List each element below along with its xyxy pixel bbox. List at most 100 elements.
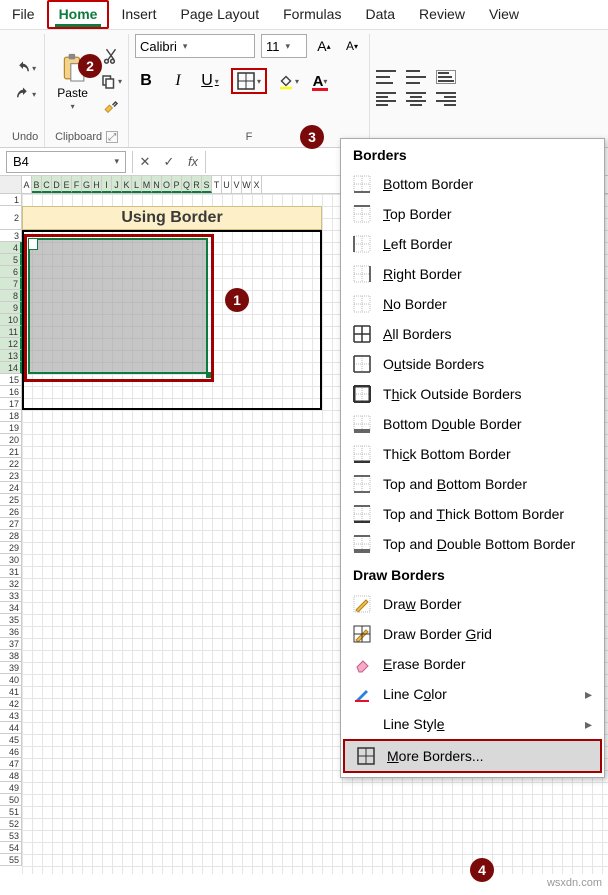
align-left-button[interactable] xyxy=(376,92,396,106)
row-header-5[interactable]: 5 xyxy=(0,254,22,266)
row-header-10[interactable]: 10 xyxy=(0,314,22,326)
font-color-button[interactable]: A▾ xyxy=(309,71,331,91)
copy-button[interactable]: ▾ xyxy=(100,72,122,92)
row-header-24[interactable]: 24 xyxy=(0,482,22,494)
row-header-37[interactable]: 37 xyxy=(0,638,22,650)
bold-button[interactable]: B xyxy=(135,71,157,91)
row-header-38[interactable]: 38 xyxy=(0,650,22,662)
row-header-14[interactable]: 14 xyxy=(0,362,22,374)
tab-file[interactable]: File xyxy=(0,0,47,29)
row-header-13[interactable]: 13 xyxy=(0,350,22,362)
row-header-16[interactable]: 16 xyxy=(0,386,22,398)
row-header-55[interactable]: 55 xyxy=(0,854,22,866)
col-header-X[interactable]: X xyxy=(252,176,262,193)
col-header-J[interactable]: J xyxy=(112,176,122,193)
border-item-top-thick-bottom[interactable]: Top and Thick Bottom Border xyxy=(341,499,604,529)
fill-color-button[interactable]: ▾ xyxy=(277,71,299,91)
col-header-A[interactable]: A xyxy=(22,176,32,193)
border-item-top-bottom[interactable]: Top and Bottom Border xyxy=(341,469,604,499)
tab-view[interactable]: View xyxy=(477,0,531,29)
redo-button[interactable]: ▾ xyxy=(14,85,36,105)
row-header-15[interactable]: 15 xyxy=(0,374,22,386)
col-header-L[interactable]: L xyxy=(132,176,142,193)
row-header-53[interactable]: 53 xyxy=(0,830,22,842)
row-header-12[interactable]: 12 xyxy=(0,338,22,350)
row-header-17[interactable]: 17 xyxy=(0,398,22,410)
row-header-22[interactable]: 22 xyxy=(0,458,22,470)
row-header-20[interactable]: 20 xyxy=(0,434,22,446)
row-header-1[interactable]: 1 xyxy=(0,194,22,206)
col-header-M[interactable]: M xyxy=(142,176,152,193)
row-header-33[interactable]: 33 xyxy=(0,590,22,602)
row-header-49[interactable]: 49 xyxy=(0,782,22,794)
tab-insert[interactable]: Insert xyxy=(109,0,168,29)
row-header-50[interactable]: 50 xyxy=(0,794,22,806)
border-item-right[interactable]: Right Border xyxy=(341,259,604,289)
row-header-27[interactable]: 27 xyxy=(0,518,22,530)
align-bottom-button[interactable] xyxy=(436,70,456,84)
align-top-button[interactable] xyxy=(376,70,396,84)
row-header-28[interactable]: 28 xyxy=(0,530,22,542)
fx-button[interactable]: fx xyxy=(181,154,205,169)
row-header-46[interactable]: 46 xyxy=(0,746,22,758)
border-item-bottom-double[interactable]: Bottom Double Border xyxy=(341,409,604,439)
tab-data[interactable]: Data xyxy=(353,0,407,29)
row-header-45[interactable]: 45 xyxy=(0,734,22,746)
row-header-42[interactable]: 42 xyxy=(0,698,22,710)
col-header-C[interactable]: C xyxy=(42,176,52,193)
row-header-2[interactable]: 2 xyxy=(0,206,22,230)
border-item-all[interactable]: All Borders xyxy=(341,319,604,349)
col-header-H[interactable]: H xyxy=(92,176,102,193)
row-header-48[interactable]: 48 xyxy=(0,770,22,782)
row-header-43[interactable]: 43 xyxy=(0,710,22,722)
row-header-19[interactable]: 19 xyxy=(0,422,22,434)
border-item-no[interactable]: No Border xyxy=(341,289,604,319)
col-header-R[interactable]: R xyxy=(192,176,202,193)
cancel-formula-button[interactable]: ✕ xyxy=(133,154,157,170)
font-name-combo[interactable]: Calibri▾ xyxy=(135,34,255,58)
border-item-bottom[interactable]: Bottom Border xyxy=(341,169,604,199)
row-header-23[interactable]: 23 xyxy=(0,470,22,482)
row-header-40[interactable]: 40 xyxy=(0,674,22,686)
row-header-30[interactable]: 30 xyxy=(0,554,22,566)
row-header-51[interactable]: 51 xyxy=(0,806,22,818)
row-header-3[interactable]: 3 xyxy=(0,230,22,242)
col-header-K[interactable]: K xyxy=(122,176,132,193)
col-header-T[interactable]: T xyxy=(212,176,222,193)
name-box[interactable]: B4▾ xyxy=(6,151,126,173)
border-item-style[interactable]: Line Style▸ xyxy=(341,709,604,739)
align-middle-button[interactable] xyxy=(406,70,426,84)
undo-button[interactable]: ▾ xyxy=(14,59,36,79)
row-header-26[interactable]: 26 xyxy=(0,506,22,518)
row-header-54[interactable]: 54 xyxy=(0,842,22,854)
font-size-combo[interactable]: 11▾ xyxy=(261,34,307,58)
row-header-36[interactable]: 36 xyxy=(0,626,22,638)
border-item-draw[interactable]: Draw Border xyxy=(341,589,604,619)
col-header-S[interactable]: S xyxy=(202,176,212,193)
row-header-52[interactable]: 52 xyxy=(0,818,22,830)
border-item-draw-grid[interactable]: Draw Border Grid xyxy=(341,619,604,649)
col-header-B[interactable]: B xyxy=(32,176,42,193)
row-header-4[interactable]: 4 xyxy=(0,242,22,254)
border-item-top[interactable]: Top Border xyxy=(341,199,604,229)
row-header-47[interactable]: 47 xyxy=(0,758,22,770)
tab-review[interactable]: Review xyxy=(407,0,477,29)
row-header-34[interactable]: 34 xyxy=(0,602,22,614)
border-item-erase[interactable]: Erase Border xyxy=(341,649,604,679)
cut-button[interactable] xyxy=(100,46,122,66)
row-header-9[interactable]: 9 xyxy=(0,302,22,314)
row-header-6[interactable]: 6 xyxy=(0,266,22,278)
row-header-21[interactable]: 21 xyxy=(0,446,22,458)
row-header-32[interactable]: 32 xyxy=(0,578,22,590)
clipboard-launcher-icon[interactable]: ⤢ xyxy=(106,131,118,143)
col-header-N[interactable]: N xyxy=(152,176,162,193)
border-item-top-double-bottom[interactable]: Top and Double Bottom Border xyxy=(341,529,604,559)
col-header-Q[interactable]: Q xyxy=(182,176,192,193)
align-right-button[interactable] xyxy=(436,92,456,106)
decrease-font-button[interactable]: A▾ xyxy=(341,36,363,56)
align-center-button[interactable] xyxy=(406,92,426,106)
tab-home[interactable]: Home xyxy=(47,0,110,29)
row-header-25[interactable]: 25 xyxy=(0,494,22,506)
col-header-F[interactable]: F xyxy=(72,176,82,193)
col-header-E[interactable]: E xyxy=(62,176,72,193)
